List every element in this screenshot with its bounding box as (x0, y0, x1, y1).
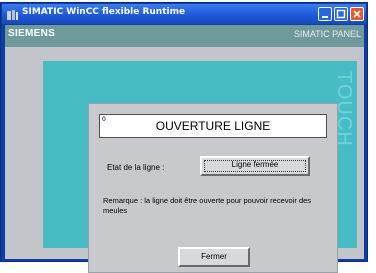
brand-logo: SIEMENS (8, 28, 56, 39)
panel-header: SIEMENS SIMATIC PANEL (5, 25, 364, 47)
dialog: 0 OUVERTURE LIGNE Etat de la ligne : Lig… (88, 103, 338, 273)
line-state-text: Ligne fermée (231, 160, 279, 169)
line-state-button[interactable]: Ligne fermée (200, 156, 310, 176)
maximize-icon[interactable] (334, 7, 348, 21)
close-button[interactable]: Fermer (178, 247, 250, 267)
panel-frame: TOUCH 0 OUVERTURE LIGNE Etat de la ligne… (43, 61, 357, 273)
dialog-title-box: 0 OUVERTURE LIGNE (99, 114, 327, 138)
window-title: SIMATIC WinCC flexible Runtime (22, 7, 186, 17)
panel-label: SIMATIC PANEL (293, 29, 361, 39)
runtime-window: SIMATIC WinCC flexible Runtime SIEMENS S… (0, 2, 368, 273)
runtime-client-area: SIEMENS SIMATIC PANEL TOUCH 0 OUVERTURE … (5, 25, 364, 273)
close-icon[interactable] (350, 7, 364, 21)
dialog-title: OUVERTURE LIGNE (155, 119, 271, 133)
remark-text: Remarque : la ligne doit être ouverte po… (103, 196, 312, 215)
title-bar[interactable]: SIMATIC WinCC flexible Runtime (2, 4, 366, 24)
app-icon (6, 7, 19, 20)
minimize-icon[interactable] (318, 7, 332, 21)
state-label: Etat de la ligne : (107, 163, 165, 172)
